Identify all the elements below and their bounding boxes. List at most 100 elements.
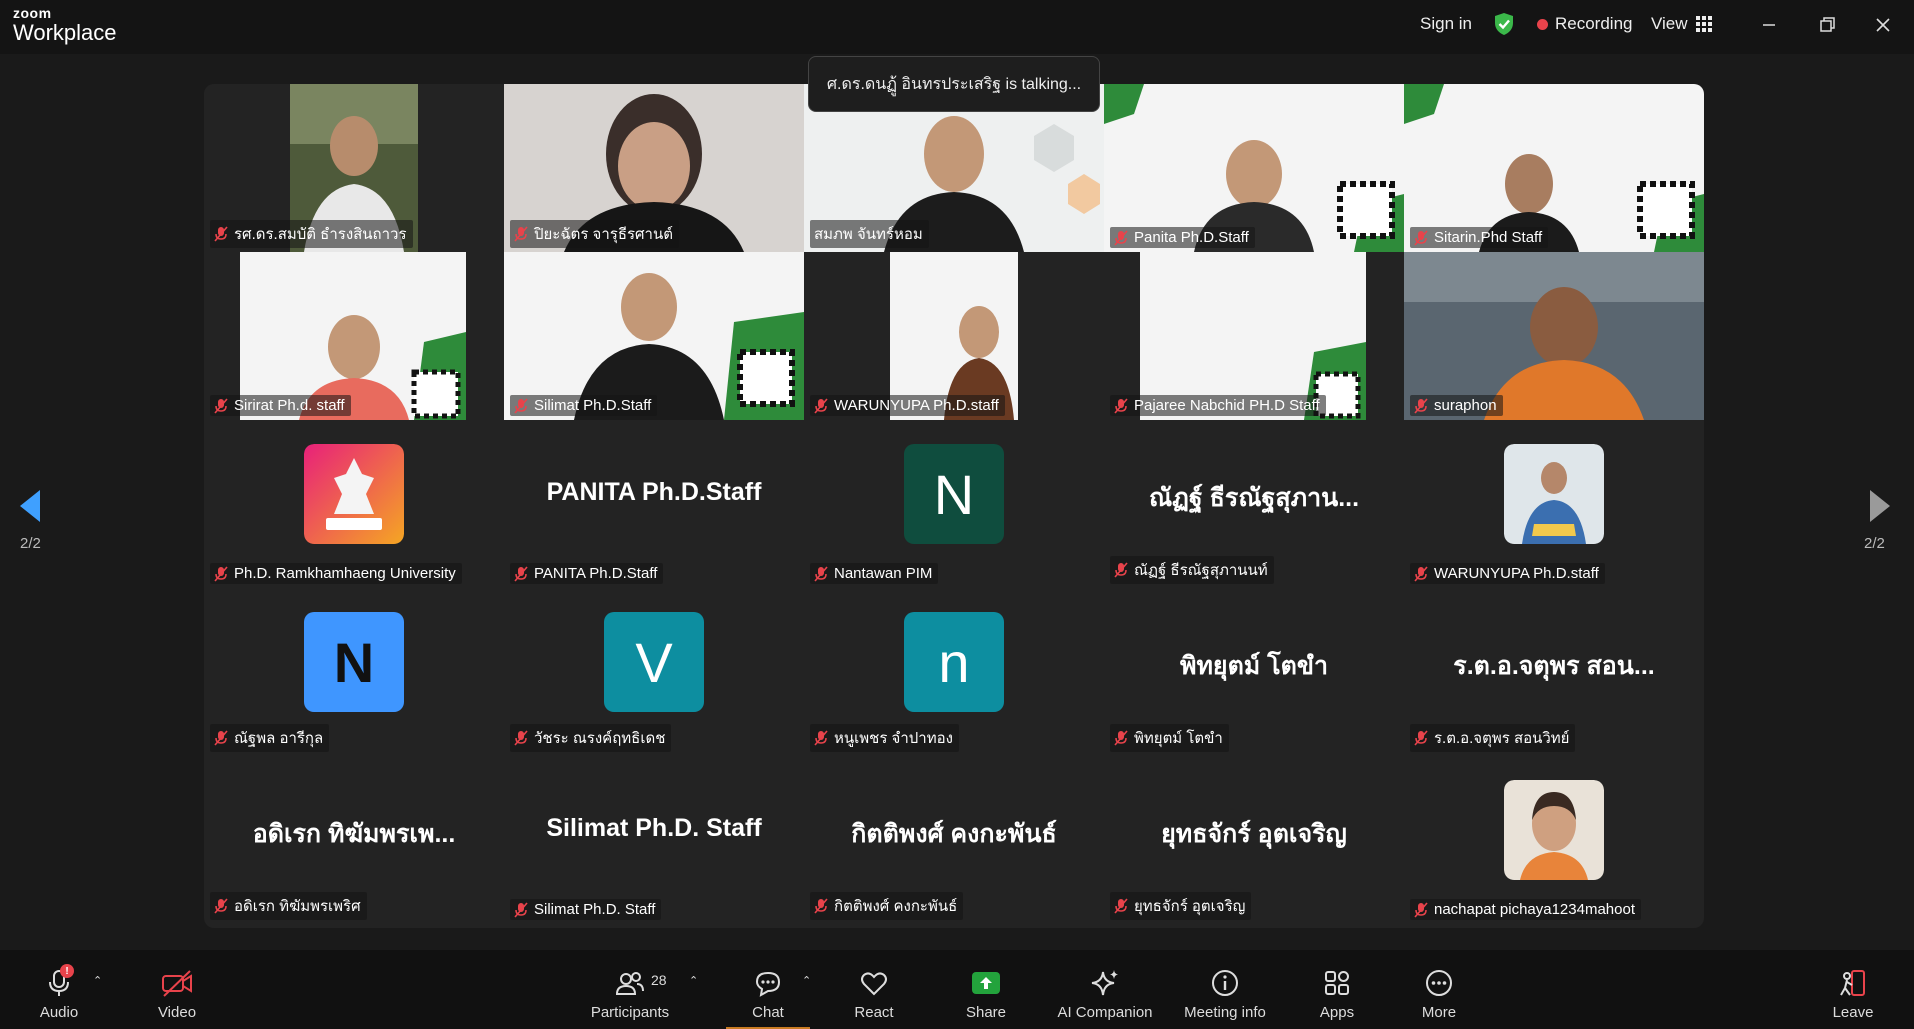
- muted-mic-icon: [214, 565, 228, 582]
- participant-tile[interactable]: N ณัฐพล อารีกุล: [204, 588, 504, 756]
- video-label: Video: [157, 1004, 197, 1021]
- audio-label: Audio: [39, 1004, 79, 1021]
- participant-tile[interactable]: n หนูเพชร จำปาทอง: [804, 588, 1104, 756]
- logo-bottom-text: Workplace: [13, 20, 117, 45]
- participant-tile[interactable]: Pajaree Nabchid PH.D Staff: [1104, 252, 1404, 420]
- muted-mic-icon: [514, 901, 528, 918]
- participant-tile[interactable]: ร.ต.อ.จตุพร สอน... ร.ต.อ.จตุพร สอนวิทย์: [1404, 588, 1704, 756]
- participant-tile[interactable]: พิทยุตม์ โตขำ พิทยุตม์ โตขำ: [1104, 588, 1404, 756]
- info-icon: [1212, 970, 1238, 996]
- muted-mic-icon: [814, 565, 828, 582]
- participant-tile[interactable]: WARUNYUPA Ph.D.staff: [804, 252, 1104, 420]
- title-bar: zoom Workplace Sign in Recording View: [0, 0, 1914, 54]
- muted-mic-icon: [1414, 229, 1428, 246]
- share-button[interactable]: Share: [960, 950, 1012, 1029]
- participant-tile[interactable]: nachapat pichaya1234mahoot: [1404, 756, 1704, 924]
- react-button[interactable]: React: [850, 950, 898, 1029]
- participant-display-name: พิทยุตม์ โตขำ: [1179, 652, 1329, 680]
- next-page-icon[interactable]: [1868, 488, 1892, 524]
- ai-companion-button[interactable]: AI Companion: [1054, 950, 1156, 1029]
- sign-in-link[interactable]: Sign in: [1420, 14, 1472, 34]
- muted-mic-icon: [814, 397, 828, 414]
- participants-icon: [615, 972, 644, 995]
- chat-options-caret[interactable]: ⌃: [802, 974, 811, 987]
- participant-tile[interactable]: ยุทธจักร์ อุตเจริญ ยุทธจักร์ อุตเจริญ: [1104, 756, 1404, 924]
- university-logo-avatar: [304, 444, 404, 544]
- participant-tile[interactable]: Silimat Ph.D.Staff: [504, 252, 804, 420]
- page-indicator-right: 2/2: [1864, 535, 1885, 552]
- participant-name: WARUNYUPA Ph.D.staff: [1434, 565, 1599, 582]
- muted-mic-icon: [814, 898, 828, 914]
- recording-indicator[interactable]: Recording: [1537, 14, 1633, 34]
- audio-warning-badge: !: [60, 964, 74, 978]
- participant-name: nachapat pichaya1234mahoot: [1434, 901, 1635, 918]
- muted-mic-icon: [1114, 730, 1128, 746]
- participant-nameplate: Panita Ph.D.Staff: [1110, 227, 1255, 248]
- participant-nameplate: Pajaree Nabchid PH.D Staff: [1110, 395, 1326, 416]
- participant-nameplate: วัชระ ณรงค์ฤทธิเดช: [510, 724, 672, 752]
- previous-page-icon[interactable]: [18, 488, 42, 524]
- participants-button[interactable]: Participants: [586, 950, 674, 1029]
- participant-tile[interactable]: Silimat Ph.D. Staff Silimat Ph.D. Staff: [504, 756, 804, 924]
- muted-mic-icon: [1114, 898, 1128, 914]
- participant-nameplate: ร.ต.อ.จตุพร สอนวิทย์: [1410, 724, 1576, 752]
- chat-button[interactable]: Chat: [744, 950, 792, 1029]
- participant-tile[interactable]: V วัชระ ณรงค์ฤทธิเดช: [504, 588, 804, 756]
- share-screen-icon: [972, 972, 1000, 994]
- ai-companion-label: AI Companion: [1057, 1004, 1153, 1021]
- participant-name: สมภพ จันทร์หอม: [814, 226, 923, 243]
- participant-nameplate: Silimat Ph.D.Staff: [510, 395, 658, 416]
- muted-mic-icon: [514, 397, 528, 414]
- participant-name: พิทยุตม์ โตขำ: [1134, 730, 1223, 747]
- muted-mic-icon: [1114, 562, 1128, 578]
- participant-tile[interactable]: Panita Ph.D.Staff: [1104, 84, 1404, 252]
- muted-mic-icon: [1114, 397, 1128, 414]
- minimize-icon[interactable]: [1756, 12, 1782, 38]
- leave-button[interactable]: Leave: [1828, 950, 1878, 1029]
- apps-label: Apps: [1319, 1004, 1355, 1021]
- participants-options-caret[interactable]: ⌃: [689, 974, 698, 987]
- muted-mic-icon: [1414, 901, 1428, 918]
- more-button[interactable]: More: [1416, 950, 1462, 1029]
- participant-tile[interactable]: Sirirat Ph.d. staff: [204, 252, 504, 420]
- view-button[interactable]: View: [1651, 14, 1712, 34]
- participant-tile[interactable]: suraphon: [1404, 252, 1704, 420]
- participant-name: Nantawan PIM: [834, 565, 933, 582]
- participant-nameplate: Sirirat Ph.d. staff: [210, 395, 351, 416]
- muted-mic-icon: [214, 226, 228, 242]
- participant-name: รศ.ดร.สมบัติ ธำรงสินถาวร: [234, 226, 407, 243]
- shield-check-icon[interactable]: [1493, 12, 1515, 36]
- participant-tile[interactable]: กิตติพงศ์ คงกะพันธ์ กิตติพงศ์ คงกะพันธ์: [804, 756, 1104, 924]
- participant-name: Ph.D. Ramkhamhaeng University: [234, 565, 456, 582]
- participant-name: ณัฐพล อารีกุล: [234, 730, 324, 747]
- participant-tile[interactable]: อดิเรก ทิฆัมพรเพ... อดิเรก ทิฆัมพรเพริศ: [204, 756, 504, 924]
- participant-name: ร.ต.อ.จตุพร สอนวิทย์: [1434, 730, 1570, 747]
- audio-button[interactable]: Audio: [32, 950, 86, 1029]
- participant-tile[interactable]: WARUNYUPA Ph.D.staff: [1404, 420, 1704, 588]
- meeting-info-button[interactable]: Meeting info: [1178, 950, 1272, 1029]
- participant-tile[interactable]: Ph.D. Ramkhamhaeng University: [204, 420, 504, 588]
- participant-name: Sirirat Ph.d. staff: [234, 397, 345, 414]
- participant-name: Silimat Ph.D. Staff: [534, 901, 656, 918]
- meeting-info-label: Meeting info: [1184, 1004, 1266, 1021]
- participant-tile[interactable]: Sitarin.Phd Staff: [1404, 84, 1704, 252]
- apps-button[interactable]: Apps: [1314, 950, 1360, 1029]
- leave-icon: [1840, 970, 1865, 996]
- participant-nameplate: รศ.ดร.สมบัติ ธำรงสินถาวร: [210, 220, 413, 248]
- participant-tile[interactable]: ปิยะฉัตร จารุธีรศานต์: [504, 84, 804, 252]
- audio-options-caret[interactable]: ⌃: [93, 974, 102, 987]
- participant-nameplate: Sitarin.Phd Staff: [1410, 227, 1549, 248]
- video-button[interactable]: Video: [150, 950, 204, 1029]
- close-icon[interactable]: [1870, 12, 1896, 38]
- participant-tile[interactable]: รศ.ดร.สมบัติ ธำรงสินถาวร: [204, 84, 504, 252]
- participant-tile[interactable]: N Nantawan PIM: [804, 420, 1104, 588]
- share-label: Share: [965, 1004, 1007, 1021]
- muted-mic-icon: [814, 730, 828, 746]
- participant-display-name: ยุทธจักร์ อุตเจริญ: [1161, 820, 1347, 848]
- participant-tile[interactable]: PANITA Ph.D.Staff PANITA Ph.D.Staff: [504, 420, 804, 588]
- muted-mic-icon: [1414, 730, 1428, 746]
- participant-tile[interactable]: ณัฏฐ์ ธีรณัฐสุภาน... ณัฏฐ์ ธีรณัฐสุภานนท…: [1104, 420, 1404, 588]
- restore-icon[interactable]: [1814, 12, 1840, 38]
- muted-mic-icon: [1414, 565, 1428, 582]
- participant-nameplate: WARUNYUPA Ph.D.staff: [1410, 563, 1605, 584]
